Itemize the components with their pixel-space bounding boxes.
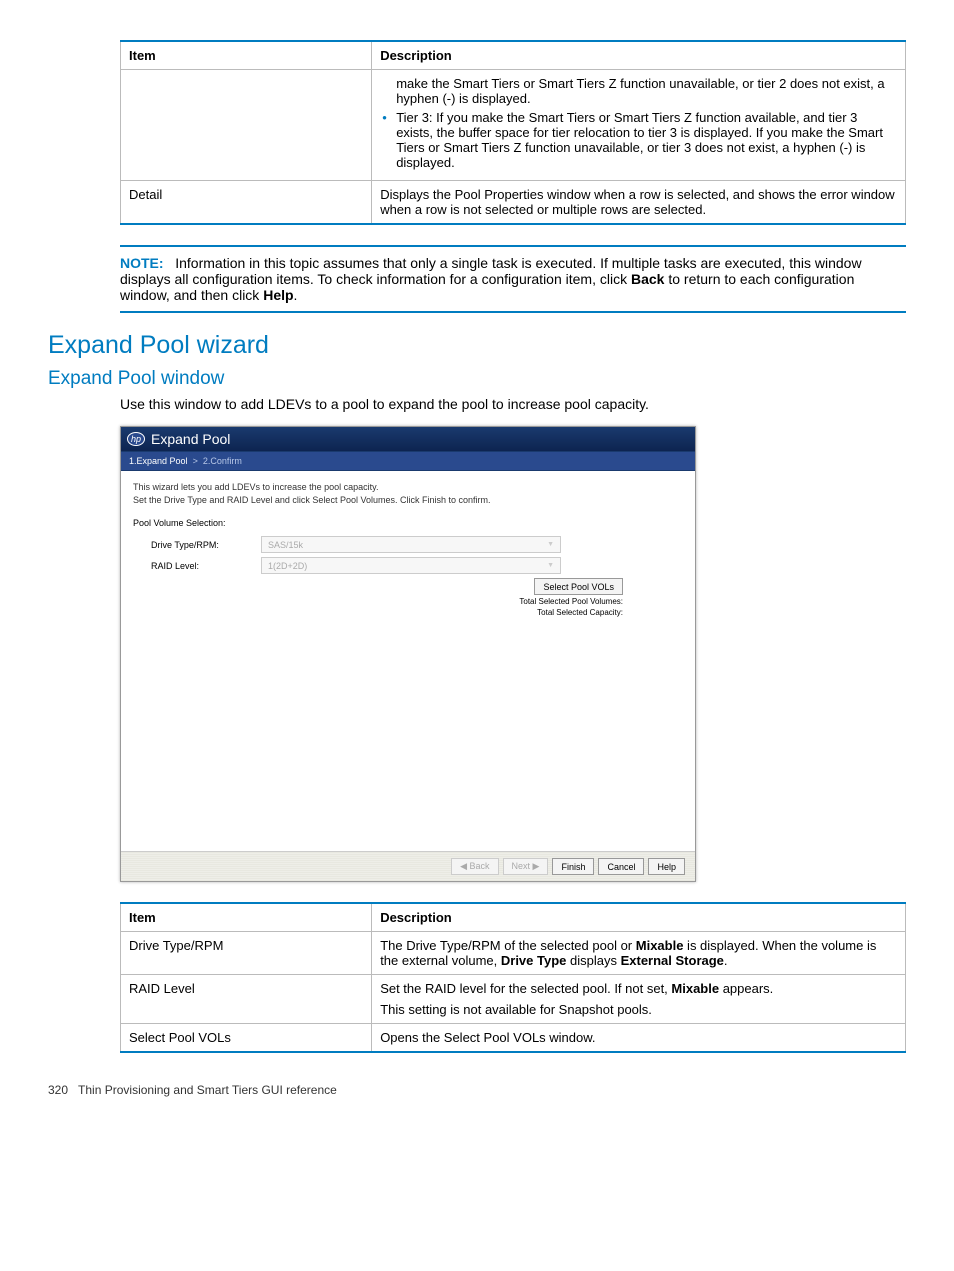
heading-expand-pool-window: Expand Pool window	[48, 368, 906, 390]
cell-desc: The Drive Type/RPM of the selected pool …	[372, 932, 906, 975]
back-button[interactable]: ◀ Back	[451, 858, 498, 875]
note-back-ref: Back	[631, 271, 664, 287]
note-text: .	[294, 287, 298, 303]
wizard-body: This wizard lets you add LDEVs to increa…	[121, 471, 695, 851]
note-help-ref: Help	[263, 287, 293, 303]
desc-text: make the Smart Tiers or Smart Tiers Z fu…	[380, 76, 897, 106]
wizard-title: Expand Pool	[151, 431, 230, 447]
cell-item	[121, 70, 372, 181]
th-desc: Description	[372, 41, 906, 70]
note-box: NOTE: Information in this topic assumes …	[120, 245, 906, 313]
desc-text: .	[724, 953, 728, 968]
form-row-raid-level: RAID Level: 1(2D+2D) ▼	[151, 557, 683, 574]
table-row: make the Smart Tiers or Smart Tiers Z fu…	[121, 70, 906, 181]
cell-item: Select Pool VOLs	[121, 1024, 372, 1053]
drive-type-value: SAS/15k	[268, 540, 303, 550]
cell-desc: make the Smart Tiers or Smart Tiers Z fu…	[372, 70, 906, 181]
raid-level-select[interactable]: 1(2D+2D) ▼	[261, 557, 561, 574]
pool-volume-selection-label: Pool Volume Selection:	[133, 518, 683, 528]
desc-text: The Drive Type/RPM of the selected pool …	[380, 938, 636, 953]
tier-list: Tier 3: If you make the Smart Tiers or S…	[380, 110, 897, 170]
table-row: Select Pool VOLs Opens the Select Pool V…	[121, 1024, 906, 1053]
th-item: Item	[121, 41, 372, 70]
cell-item: Detail	[121, 181, 372, 225]
wizard-footer: ◀ Back Next ▶ Finish Cancel Help	[121, 851, 695, 881]
wizard-intro: This wizard lets you add LDEVs to increa…	[133, 481, 683, 506]
cell-desc: Set the RAID level for the selected pool…	[372, 975, 906, 1024]
th-item: Item	[121, 903, 372, 932]
intro-paragraph: Use this window to add LDEVs to a pool t…	[120, 396, 906, 412]
wizard-intro-line: Set the Drive Type and RAID Level and cl…	[133, 494, 683, 507]
desc-bold: External Storage	[621, 953, 724, 968]
wizard-steps: 1.Expand Pool > 2.Confirm	[121, 451, 695, 471]
finish-button[interactable]: Finish	[552, 858, 594, 875]
wizard-titlebar: hp Expand Pool	[121, 427, 695, 451]
chevron-down-icon: ▼	[547, 541, 554, 548]
desc-bold: Mixable	[671, 981, 719, 996]
page-number: 320	[48, 1083, 68, 1097]
wizard-step-2[interactable]: 2.Confirm	[203, 456, 242, 466]
chevron-down-icon: ▼	[547, 562, 554, 569]
total-selected-capacity-label: Total Selected Capacity:	[537, 608, 623, 617]
wizard-step-sep: >	[193, 456, 198, 466]
wizard-step-1[interactable]: 1.Expand Pool	[129, 456, 188, 466]
desc-bold: Drive Type	[501, 953, 567, 968]
page-footer: 320 Thin Provisioning and Smart Tiers GU…	[48, 1083, 906, 1097]
page-footer-title: Thin Provisioning and Smart Tiers GUI re…	[78, 1083, 337, 1097]
total-selected-volumes-label: Total Selected Pool Volumes:	[519, 597, 623, 606]
heading-expand-pool-wizard: Expand Pool wizard	[48, 331, 906, 360]
next-button[interactable]: Next ▶	[503, 858, 549, 875]
table-row: Detail Displays the Pool Properties wind…	[121, 181, 906, 225]
desc-bold: Mixable	[636, 938, 684, 953]
desc-text: displays	[566, 953, 620, 968]
table-continuation: Item Description make the Smart Tiers or…	[120, 40, 906, 225]
th-desc: Description	[372, 903, 906, 932]
raid-level-label: RAID Level:	[151, 561, 261, 571]
note-label: NOTE:	[120, 255, 164, 271]
drive-type-label: Drive Type/RPM:	[151, 540, 261, 550]
desc-text: appears.	[719, 981, 773, 996]
hp-logo-icon: hp	[127, 432, 145, 446]
raid-level-value: 1(2D+2D)	[268, 561, 307, 571]
cell-item: Drive Type/RPM	[121, 932, 372, 975]
expand-pool-wizard: hp Expand Pool 1.Expand Pool > 2.Confirm…	[120, 426, 696, 882]
help-button[interactable]: Help	[648, 858, 685, 875]
tier-bullet: Tier 3: If you make the Smart Tiers or S…	[396, 110, 897, 170]
table-expand-pool-items: Item Description Drive Type/RPM The Driv…	[120, 902, 906, 1053]
table-row: Drive Type/RPM The Drive Type/RPM of the…	[121, 932, 906, 975]
table-row: RAID Level Set the RAID level for the se…	[121, 975, 906, 1024]
cell-desc: Displays the Pool Properties window when…	[372, 181, 906, 225]
desc-text: Set the RAID level for the selected pool…	[380, 981, 671, 996]
cell-desc: Opens the Select Pool VOLs window.	[372, 1024, 906, 1053]
desc-text: This setting is not available for Snapsh…	[380, 1002, 897, 1017]
wizard-intro-line: This wizard lets you add LDEVs to increa…	[133, 481, 683, 494]
drive-type-select[interactable]: SAS/15k ▼	[261, 536, 561, 553]
cancel-button[interactable]: Cancel	[598, 858, 644, 875]
cell-item: RAID Level	[121, 975, 372, 1024]
select-pool-vols-button[interactable]: Select Pool VOLs	[534, 578, 623, 595]
form-row-drive-type: Drive Type/RPM: SAS/15k ▼	[151, 536, 683, 553]
